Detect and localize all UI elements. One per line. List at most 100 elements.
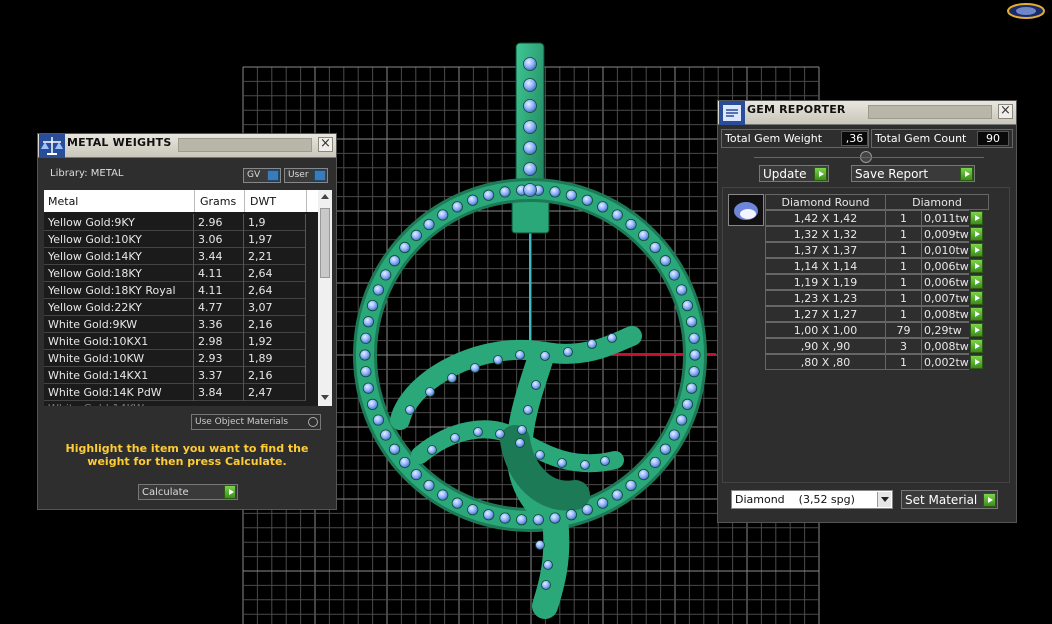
play-arrow-icon[interactable] bbox=[970, 227, 983, 241]
metal-row[interactable]: Yellow Gold:18KY Royal 4.11 2,64 bbox=[44, 282, 306, 299]
scroll-down-icon[interactable] bbox=[321, 395, 329, 400]
gem-cell-count: 1 bbox=[885, 242, 921, 258]
play-arrow-icon[interactable] bbox=[970, 355, 983, 369]
play-arrow-icon[interactable] bbox=[970, 259, 983, 273]
play-arrow-icon[interactable] bbox=[970, 307, 983, 321]
metal-cell-grams: 2.96 bbox=[194, 214, 244, 231]
instruction-text: Highlight the item you want to find the … bbox=[65, 442, 309, 468]
metal-row[interactable]: Yellow Gold:9KY 2.96 1,9 bbox=[44, 214, 306, 231]
gv-toggle[interactable]: GV bbox=[243, 168, 281, 183]
metal-row[interactable]: Yellow Gold:22KY 4.77 3,07 bbox=[44, 299, 306, 316]
total-gem-count-label: Total Gem Count bbox=[875, 132, 967, 145]
gem-stone bbox=[410, 229, 422, 242]
gem-row[interactable]: 1,32 X 1,32 1 0,009tw bbox=[765, 226, 1007, 242]
gem-cell-size: 1,37 X 1,37 bbox=[765, 242, 885, 258]
gem-stone bbox=[565, 189, 577, 201]
scroll-thumb[interactable] bbox=[320, 208, 330, 278]
col-header-dwt[interactable]: DWT bbox=[250, 195, 276, 208]
gem-stone bbox=[563, 347, 573, 357]
gem-stone bbox=[597, 497, 609, 509]
gem-row[interactable]: ,90 X ,90 3 0,008tw bbox=[765, 338, 1007, 354]
metal-weights-titlebar[interactable]: METAL WEIGHTS × bbox=[38, 134, 336, 158]
metal-row[interactable]: White Gold:9KW 3.36 2,16 bbox=[44, 316, 306, 333]
material-select[interactable]: Diamond (3,52 spg) bbox=[731, 490, 893, 509]
play-arrow-icon[interactable] bbox=[970, 243, 983, 257]
gem-row[interactable]: 1,37 X 1,37 1 0,010tw bbox=[765, 242, 1007, 258]
gem-stone bbox=[686, 316, 698, 328]
save-report-button[interactable]: Save Report bbox=[851, 165, 975, 182]
gem-stone bbox=[541, 580, 551, 590]
gem-stone bbox=[600, 456, 610, 466]
set-material-button[interactable]: Set Material bbox=[901, 490, 998, 509]
scroll-up-icon[interactable] bbox=[321, 194, 329, 199]
metal-row[interactable]: White Gold:10KX1 2.98 1,92 bbox=[44, 333, 306, 350]
gem-stone bbox=[473, 427, 483, 437]
play-arrow-icon[interactable] bbox=[970, 275, 983, 289]
total-gem-weight-box: Total Gem Weight ,36 bbox=[721, 129, 869, 148]
gem-row[interactable]: 1,00 X 1,00 79 0,29tw bbox=[765, 322, 1007, 338]
gem-row[interactable]: 1,23 X 1,23 1 0,007tw bbox=[765, 290, 1007, 306]
col-header-grams[interactable]: Grams bbox=[200, 195, 236, 208]
close-icon[interactable]: × bbox=[998, 104, 1013, 119]
user-toggle[interactable]: User bbox=[284, 168, 328, 183]
gem-stone bbox=[532, 514, 544, 526]
gem-stone bbox=[362, 382, 374, 394]
gem-row[interactable]: 1,19 X 1,19 1 0,006tw bbox=[765, 274, 1007, 290]
calculate-button[interactable]: Calculate bbox=[138, 484, 238, 500]
gem-stone bbox=[451, 497, 463, 509]
col-header-metal[interactable]: Metal bbox=[48, 195, 78, 208]
update-button[interactable]: Update bbox=[759, 165, 829, 182]
metal-weights-panel: METAL WEIGHTS × Library: METAL GV User M… bbox=[37, 133, 337, 510]
gem-row[interactable]: 1,42 X 1,42 1 0,011tw bbox=[765, 210, 1007, 226]
diamond-round-icon[interactable] bbox=[728, 194, 764, 226]
play-arrow-icon[interactable] bbox=[970, 323, 983, 337]
scrollbar[interactable] bbox=[318, 190, 332, 406]
gem-stone bbox=[372, 414, 384, 426]
metal-cell-grams: 2.98 bbox=[194, 333, 244, 350]
gem-stone bbox=[611, 489, 623, 501]
close-icon[interactable]: × bbox=[318, 137, 333, 152]
play-arrow-icon[interactable] bbox=[970, 211, 983, 225]
gv-toggle-indicator bbox=[267, 170, 279, 181]
gem-reporter-titlebar[interactable]: GEM REPORTER × bbox=[718, 101, 1016, 125]
title-strip bbox=[868, 105, 992, 119]
play-arrow-icon[interactable] bbox=[970, 339, 983, 353]
gem-stone bbox=[659, 443, 672, 455]
dropdown-arrow-icon[interactable] bbox=[877, 492, 891, 507]
gem-header-row: Diamond Round Diamond bbox=[765, 194, 989, 210]
metal-row[interactable]: White Gold:10KW 2.93 1,89 bbox=[44, 350, 306, 367]
metal-cell-dwt: 1,92 bbox=[244, 333, 306, 350]
app-logo[interactable] bbox=[1006, 2, 1046, 22]
use-object-materials-checkbox[interactable]: Use Object Materials bbox=[191, 414, 321, 430]
gem-stone bbox=[523, 405, 533, 415]
metal-cell-dwt: 1,9 bbox=[244, 214, 306, 231]
gem-row[interactable]: 1,14 X 1,14 1 0,006tw bbox=[765, 258, 1007, 274]
gem-stone bbox=[638, 468, 650, 481]
gem-row[interactable]: ,80 X ,80 1 0,002tw bbox=[765, 354, 1007, 370]
gem-row[interactable]: 1,27 X 1,27 1 0,008tw bbox=[765, 306, 1007, 322]
metal-row[interactable]: Yellow Gold:10KY 3.06 1,97 bbox=[44, 231, 306, 248]
metal-cell-grams: 3.36 bbox=[194, 316, 244, 333]
metal-row[interactable]: Yellow Gold:18KY 4.11 2,64 bbox=[44, 265, 306, 282]
gem-stone bbox=[450, 433, 460, 443]
title-strip bbox=[178, 138, 312, 152]
play-arrow-icon[interactable] bbox=[970, 291, 983, 305]
viewport[interactable]: METAL WEIGHTS × Library: METAL GV User M… bbox=[0, 0, 1052, 624]
gem-stone bbox=[659, 255, 672, 267]
gem-stone bbox=[467, 504, 479, 516]
gem-stone bbox=[380, 429, 392, 441]
metal-cell-name: Yellow Gold:14KY bbox=[44, 248, 194, 265]
gem-cell-size: 1,32 X 1,32 bbox=[765, 226, 885, 242]
metal-cell-grams: 4.77 bbox=[194, 299, 244, 316]
gem-header-material: Diamond bbox=[885, 194, 989, 210]
metal-row[interactable]: White Gold:14KX1 3.37 2,16 bbox=[44, 367, 306, 384]
gem-cell-weight: 0,29tw bbox=[921, 322, 969, 338]
metal-cell-name: White Gold:10KW bbox=[44, 350, 194, 367]
total-gem-weight-label: Total Gem Weight bbox=[725, 132, 823, 145]
metal-row[interactable]: White Gold:14K PdW 3.84 2,47 bbox=[44, 384, 306, 401]
gem-stone bbox=[493, 355, 503, 365]
play-arrow-icon bbox=[960, 167, 973, 181]
gem-stone bbox=[467, 194, 479, 206]
metal-row[interactable]: Yellow Gold:14KY 3.44 2,21 bbox=[44, 248, 306, 265]
gem-stone bbox=[638, 229, 650, 242]
